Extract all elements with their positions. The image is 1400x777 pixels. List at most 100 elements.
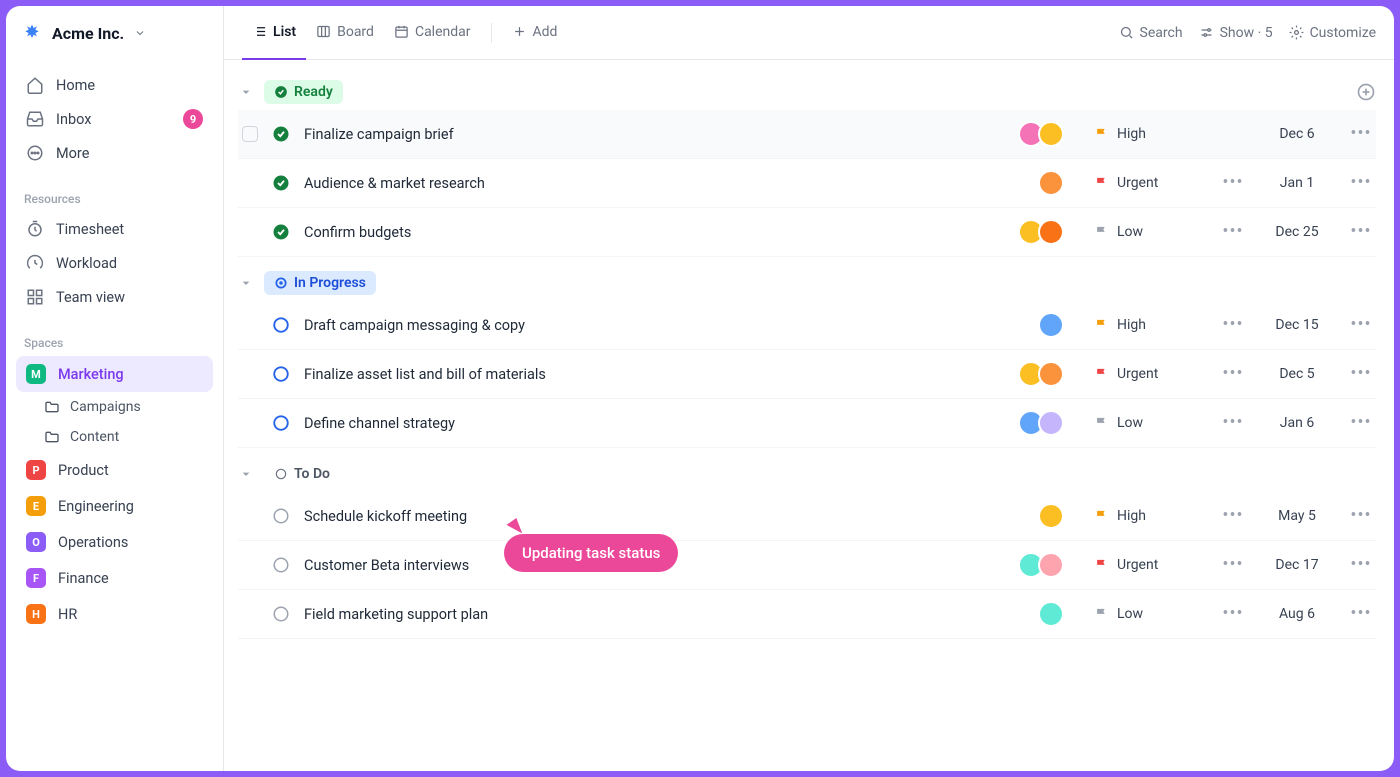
task-row[interactable]: Draft campaign messaging & copyHigh•••De… bbox=[238, 301, 1376, 350]
subtask-indicator[interactable]: ••• bbox=[1218, 174, 1248, 192]
due-date[interactable]: Jan 1 bbox=[1262, 175, 1332, 191]
due-date[interactable]: Dec 25 bbox=[1262, 224, 1332, 240]
task-row[interactable]: Audience & market researchUrgent•••Jan 1… bbox=[238, 159, 1376, 208]
priority[interactable]: High bbox=[1094, 508, 1204, 524]
resource-workload[interactable]: Workload bbox=[16, 246, 213, 280]
nav-more[interactable]: More bbox=[16, 136, 213, 170]
status-pill-ready[interactable]: Ready bbox=[264, 80, 343, 104]
add-task-icon[interactable] bbox=[1356, 82, 1376, 102]
collapse-icon[interactable] bbox=[238, 84, 254, 100]
priority[interactable]: High bbox=[1094, 317, 1204, 333]
row-menu[interactable]: ••• bbox=[1346, 507, 1376, 525]
calendar-icon bbox=[394, 24, 409, 39]
space-operations[interactable]: OOperations bbox=[16, 524, 213, 560]
task-status-icon[interactable] bbox=[272, 556, 290, 574]
row-menu[interactable]: ••• bbox=[1346, 174, 1376, 192]
status-label: To Do bbox=[294, 466, 330, 482]
avatar[interactable] bbox=[1038, 410, 1064, 436]
avatar[interactable] bbox=[1038, 170, 1064, 196]
view-tab-calendar[interactable]: Calendar bbox=[384, 6, 481, 60]
due-date[interactable]: Jan 6 bbox=[1262, 415, 1332, 431]
due-date[interactable]: May 5 bbox=[1262, 508, 1332, 524]
avatar[interactable] bbox=[1038, 601, 1064, 627]
priority[interactable]: Low bbox=[1094, 606, 1204, 622]
row-menu[interactable]: ••• bbox=[1346, 414, 1376, 432]
avatar[interactable] bbox=[1038, 361, 1064, 387]
row-menu[interactable]: ••• bbox=[1346, 223, 1376, 241]
avatar[interactable] bbox=[1038, 219, 1064, 245]
status-pill-inprogress[interactable]: In Progress bbox=[264, 271, 376, 295]
task-row[interactable]: Finalize asset list and bill of material… bbox=[238, 350, 1376, 399]
space-finance[interactable]: FFinance bbox=[16, 560, 213, 596]
inbox-icon bbox=[26, 110, 44, 128]
search-icon bbox=[1119, 25, 1134, 40]
row-menu[interactable]: ••• bbox=[1346, 125, 1376, 143]
subtask-indicator[interactable]: ••• bbox=[1218, 605, 1248, 623]
space-product[interactable]: PProduct bbox=[16, 452, 213, 488]
task-row[interactable]: Schedule kickoff meetingHigh•••May 5••• bbox=[238, 492, 1376, 541]
topbar: ListBoardCalendar Add Search Show · 5 Cu… bbox=[224, 6, 1394, 60]
due-date[interactable]: Aug 6 bbox=[1262, 606, 1332, 622]
task-row[interactable]: Field marketing support planLow•••Aug 6•… bbox=[238, 590, 1376, 639]
due-date[interactable]: Dec 5 bbox=[1262, 366, 1332, 382]
collapse-icon[interactable] bbox=[238, 466, 254, 482]
priority[interactable]: High bbox=[1094, 126, 1204, 142]
folder-campaigns[interactable]: Campaigns bbox=[16, 392, 213, 422]
resource-timesheet[interactable]: Timesheet bbox=[16, 212, 213, 246]
row-menu[interactable]: ••• bbox=[1346, 605, 1376, 623]
collapse-icon[interactable] bbox=[238, 275, 254, 291]
task-row[interactable]: Finalize campaign briefHighDec 6••• bbox=[238, 110, 1376, 159]
space-engineering[interactable]: EEngineering bbox=[16, 488, 213, 524]
subtask-indicator[interactable]: ••• bbox=[1218, 556, 1248, 574]
due-date[interactable]: Dec 15 bbox=[1262, 317, 1332, 333]
show-button[interactable]: Show · 5 bbox=[1199, 25, 1273, 41]
view-tab-list[interactable]: List bbox=[242, 6, 306, 60]
priority[interactable]: Urgent bbox=[1094, 366, 1204, 382]
priority[interactable]: Urgent bbox=[1094, 175, 1204, 191]
view-tab-board[interactable]: Board bbox=[306, 6, 384, 60]
task-title: Finalize asset list and bill of material… bbox=[304, 366, 1004, 383]
task-status-icon[interactable] bbox=[272, 507, 290, 525]
task-status-icon[interactable] bbox=[272, 174, 290, 192]
avatar[interactable] bbox=[1038, 503, 1064, 529]
row-menu[interactable]: ••• bbox=[1346, 365, 1376, 383]
task-row[interactable]: Define channel strategyLow•••Jan 6••• bbox=[238, 399, 1376, 448]
task-status-icon[interactable] bbox=[272, 223, 290, 241]
row-menu[interactable]: ••• bbox=[1346, 316, 1376, 334]
task-checkbox[interactable] bbox=[242, 126, 258, 142]
avatar[interactable] bbox=[1038, 552, 1064, 578]
row-menu[interactable]: ••• bbox=[1346, 556, 1376, 574]
add-view-button[interactable]: Add bbox=[502, 6, 568, 60]
search-button[interactable]: Search bbox=[1119, 25, 1183, 41]
subtask-indicator[interactable]: ••• bbox=[1218, 316, 1248, 334]
task-status-icon[interactable] bbox=[272, 365, 290, 383]
nav-home[interactable]: Home bbox=[16, 68, 213, 102]
task-status-icon[interactable] bbox=[272, 316, 290, 334]
task-status-icon[interactable] bbox=[272, 125, 290, 143]
task-status-icon[interactable] bbox=[272, 605, 290, 623]
resource-team-view[interactable]: Team view bbox=[16, 280, 213, 314]
task-row[interactable]: Customer Beta interviewsUrgent•••Dec 17•… bbox=[238, 541, 1376, 590]
due-date[interactable]: Dec 17 bbox=[1262, 557, 1332, 573]
task-row[interactable]: Confirm budgetsLow•••Dec 25••• bbox=[238, 208, 1376, 257]
subtask-indicator[interactable]: ••• bbox=[1218, 414, 1248, 432]
subtask-indicator[interactable]: ••• bbox=[1218, 365, 1248, 383]
priority[interactable]: Low bbox=[1094, 224, 1204, 240]
workspace-switcher[interactable]: Acme Inc. bbox=[6, 6, 223, 60]
folder-content[interactable]: Content bbox=[16, 422, 213, 452]
divider bbox=[491, 23, 492, 43]
nav-label: More bbox=[56, 145, 89, 162]
customize-button[interactable]: Customize bbox=[1289, 25, 1376, 41]
priority[interactable]: Urgent bbox=[1094, 557, 1204, 573]
avatar[interactable] bbox=[1038, 312, 1064, 338]
space-hr[interactable]: HHR bbox=[16, 596, 213, 632]
subtask-indicator[interactable]: ••• bbox=[1218, 223, 1248, 241]
subtask-indicator[interactable]: ••• bbox=[1218, 507, 1248, 525]
nav-inbox[interactable]: Inbox9 bbox=[16, 102, 213, 136]
space-marketing[interactable]: MMarketing bbox=[16, 356, 213, 392]
avatar[interactable] bbox=[1038, 121, 1064, 147]
status-pill-todo[interactable]: To Do bbox=[264, 462, 340, 486]
due-date[interactable]: Dec 6 bbox=[1262, 126, 1332, 142]
priority[interactable]: Low bbox=[1094, 415, 1204, 431]
task-status-icon[interactable] bbox=[272, 414, 290, 432]
